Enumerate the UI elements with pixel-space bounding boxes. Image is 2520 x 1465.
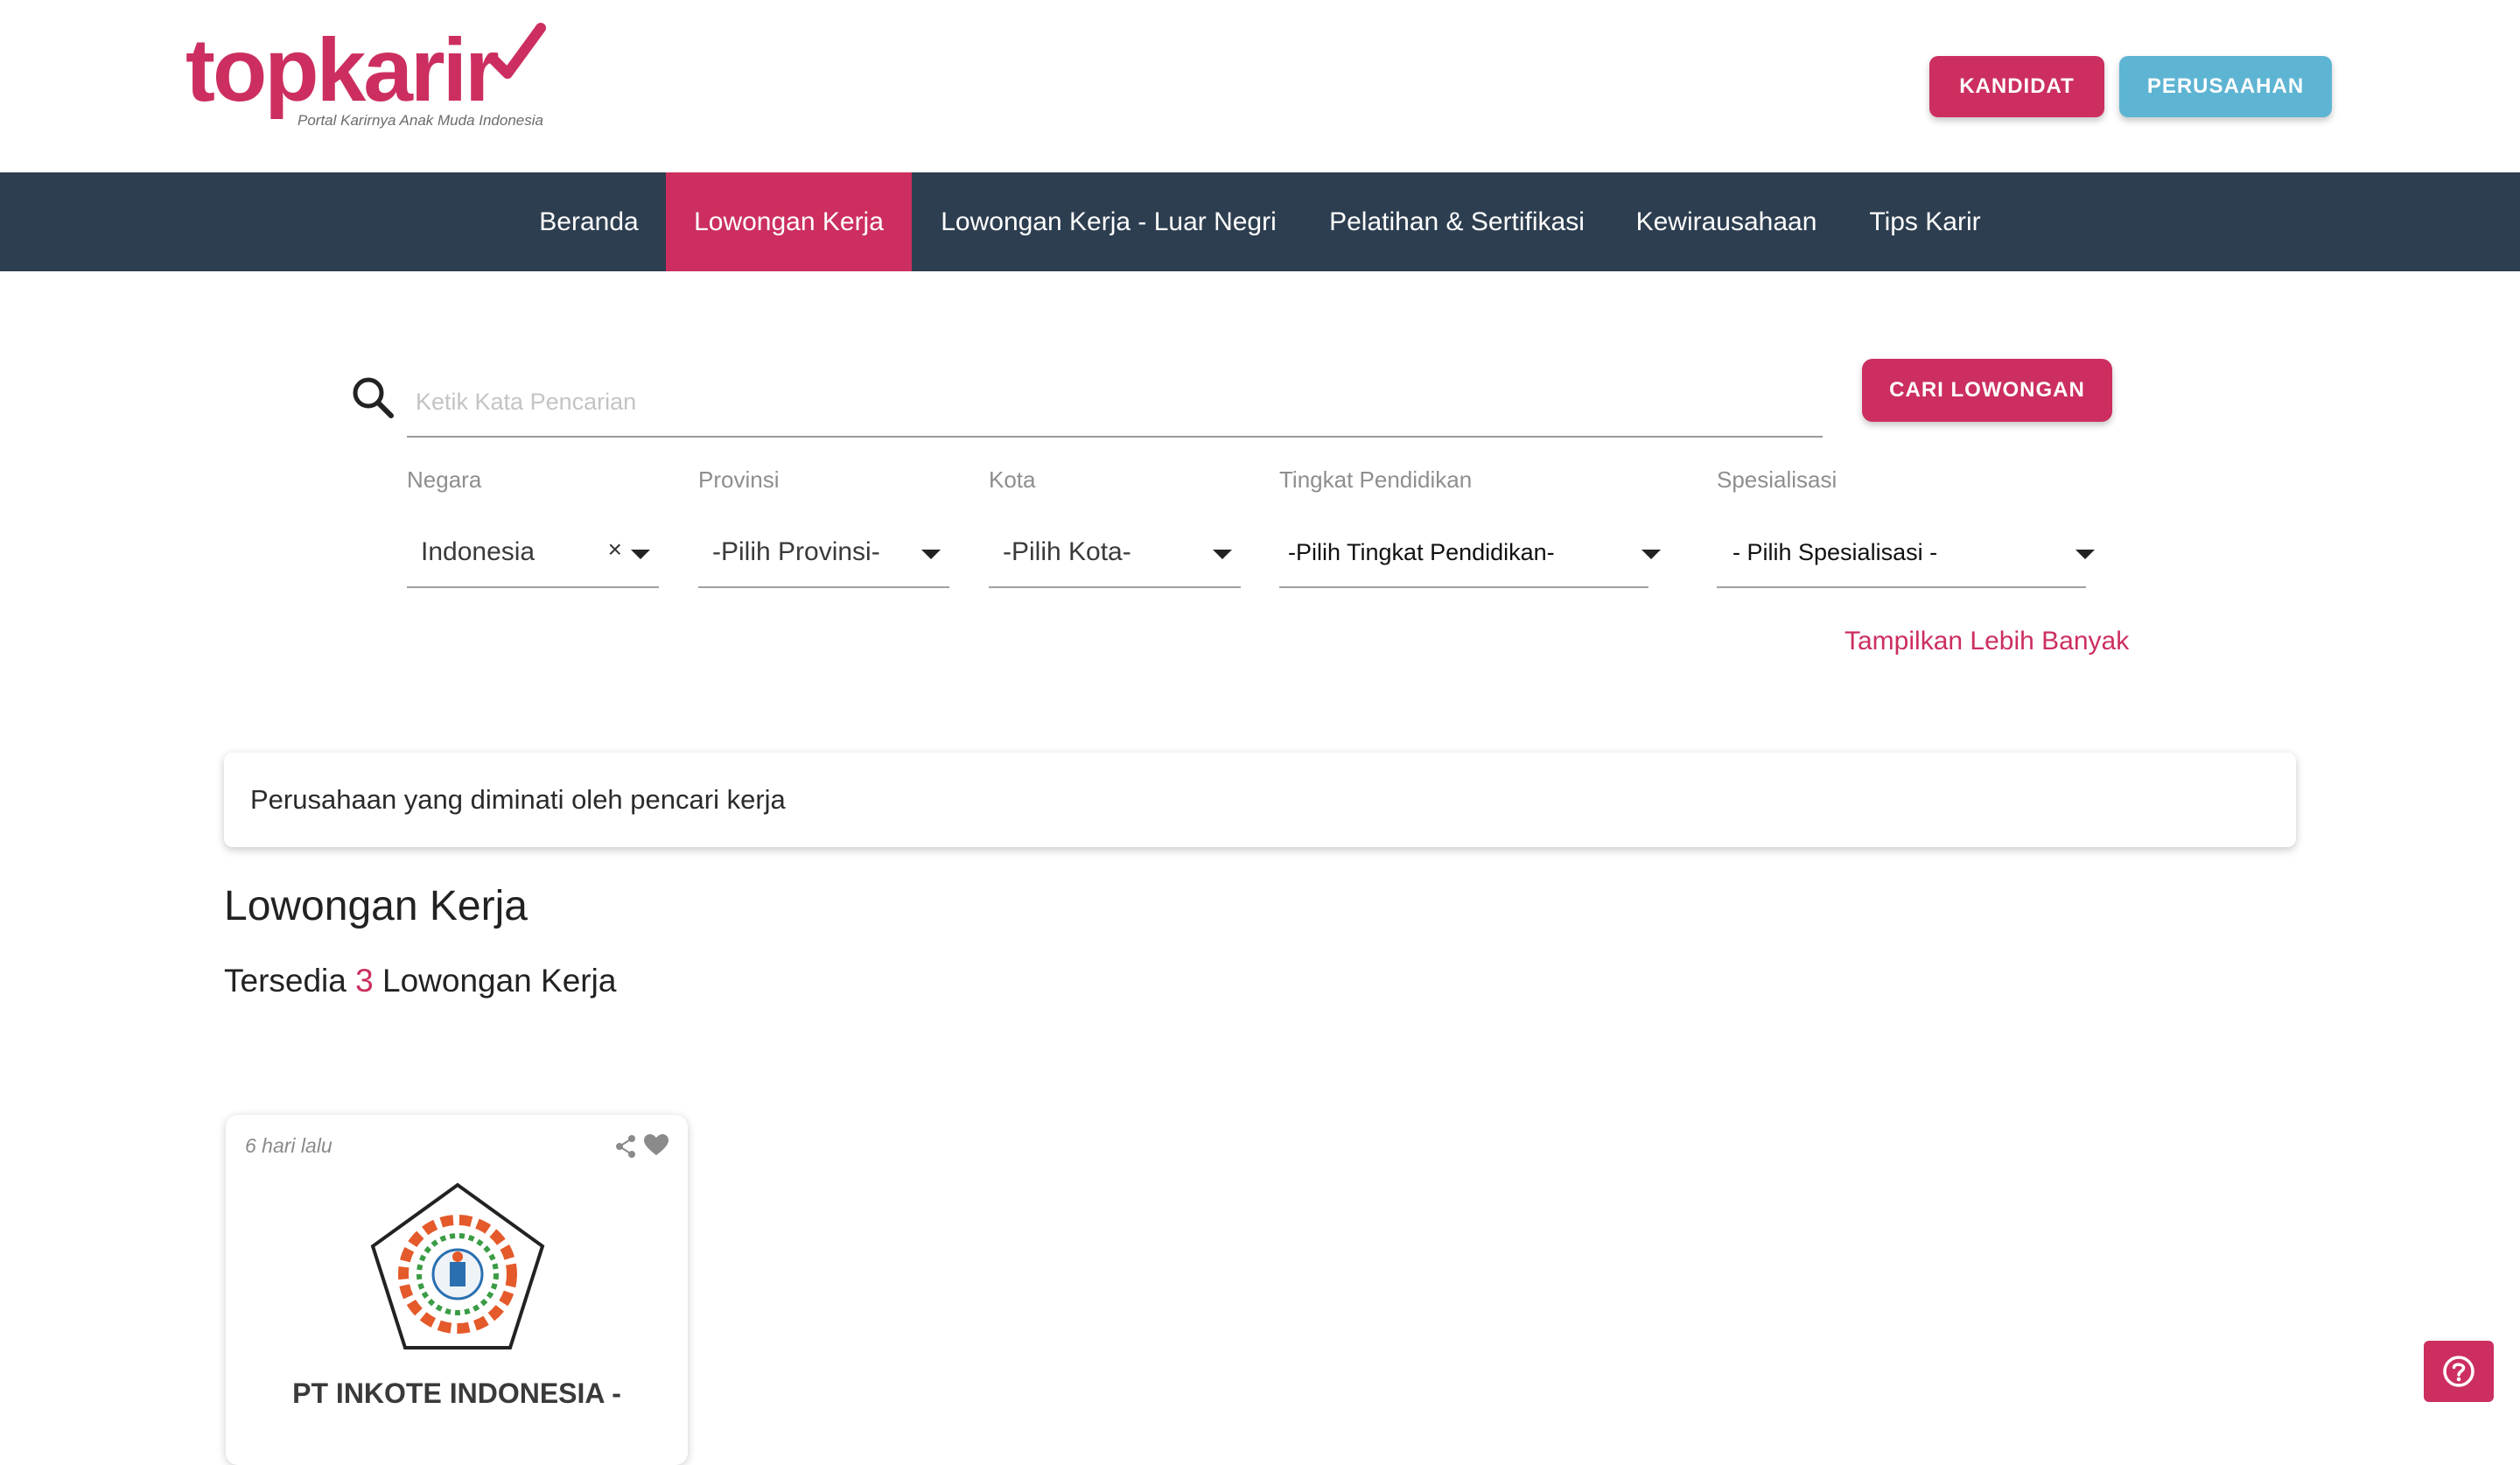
share-icon[interactable]: [614, 1134, 637, 1159]
clear-icon[interactable]: ×: [608, 536, 622, 564]
nav-item-lowongan-luar-negri[interactable]: Lowongan Kerja - Luar Negri: [912, 172, 1306, 271]
pendidikan-value: -Pilih Tingkat Pendidikan-: [1288, 538, 1555, 565]
question-icon: [2443, 1356, 2474, 1387]
site-logo[interactable]: topkarir Portal Karirnya Anak Muda Indon…: [186, 21, 553, 144]
featured-companies-banner[interactable]: Perusahaan yang diminati oleh pencari ke…: [224, 753, 2296, 847]
heart-icon[interactable]: [644, 1134, 668, 1157]
job-count: Tersedia 3 Lowongan Kerja: [224, 963, 616, 999]
kota-value: -Pilih Kota-: [1003, 537, 1131, 566]
provinsi-value: -Pilih Provinsi-: [712, 537, 880, 566]
nav-item-beranda[interactable]: Beranda: [514, 172, 663, 271]
check-icon: [486, 23, 546, 79]
count-number: 3: [355, 963, 374, 999]
count-prefix: Tersedia: [224, 963, 346, 999]
spesialisasi-select[interactable]: - Pilih Spesialisasi -: [1717, 518, 2095, 588]
chevron-down-icon: [921, 550, 941, 559]
search-input[interactable]: [407, 368, 1823, 438]
pendidikan-select[interactable]: -Pilih Tingkat Pendidikan-: [1279, 518, 1661, 588]
kandidat-button[interactable]: KANDIDAT: [1929, 56, 2104, 117]
page-title: Lowongan Kerja: [224, 883, 528, 929]
spesialisasi-value: - Pilih Spesialisasi -: [1732, 538, 1938, 565]
main-nav: Beranda Lowongan Kerja Lowongan Kerja - …: [0, 172, 2520, 271]
pendidikan-label: Tingkat Pendidikan: [1279, 466, 1473, 493]
spesialisasi-label: Spesialisasi: [1717, 466, 1838, 493]
chevron-down-icon: [631, 550, 650, 559]
logo-wordmark: topkarir: [186, 20, 500, 120]
chevron-down-icon: [2076, 550, 2095, 559]
job-card[interactable]: 6 hari lalu PT INKOTE INDONESIA -: [226, 1115, 688, 1465]
kota-select[interactable]: -Pilih Kota-: [989, 518, 1241, 588]
kota-label: Kota: [989, 466, 1036, 493]
show-more-link[interactable]: Tampilkan Lebih Banyak: [1844, 627, 2129, 656]
search-icon: [353, 377, 394, 418]
nav-item-kewirausahaan[interactable]: Kewirausahaan: [1608, 172, 1844, 271]
negara-label: Negara: [407, 466, 482, 493]
chevron-down-icon: [1642, 550, 1661, 559]
banner-text: Perusahaan yang diminati oleh pencari ke…: [250, 784, 786, 815]
company-name[interactable]: PT INKOTE INDONESIA -: [226, 1377, 688, 1410]
chevron-down-icon: [1213, 550, 1232, 559]
negara-select[interactable]: Indonesia ×: [407, 518, 659, 588]
negara-value: Indonesia: [421, 537, 536, 566]
posted-time: 6 hari lalu: [245, 1134, 332, 1157]
help-button[interactable]: [2424, 1341, 2494, 1402]
nav-item-lowongan-kerja[interactable]: Lowongan Kerja: [666, 172, 912, 271]
count-suffix: Lowongan Kerja: [382, 963, 617, 999]
logo-tagline: Portal Karirnya Anak Muda Indonesia: [298, 112, 543, 129]
company-logo: [370, 1182, 545, 1349]
nav-item-tips-karir[interactable]: Tips Karir: [1844, 172, 2006, 271]
cari-lowongan-button[interactable]: CARI LOWONGAN: [1862, 359, 2112, 422]
perusahaan-button[interactable]: PERUSAAHAN: [2119, 56, 2332, 117]
provinsi-select[interactable]: -Pilih Provinsi-: [698, 518, 949, 588]
provinsi-label: Provinsi: [698, 466, 780, 493]
nav-item-pelatihan-sertifikasi[interactable]: Pelatihan & Sertifikasi: [1306, 172, 1608, 271]
